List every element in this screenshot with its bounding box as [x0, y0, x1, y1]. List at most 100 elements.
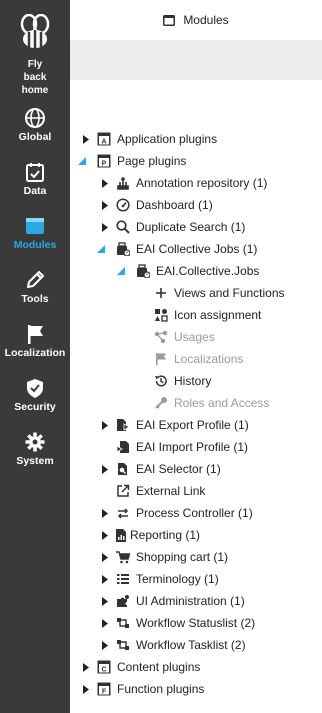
tree-item-dashboard[interactable]: Dashboard (1): [100, 194, 213, 216]
bee-logo-icon: [20, 14, 50, 48]
plugin-f-icon: F: [97, 682, 111, 696]
tree-item-label: Localizations: [174, 352, 244, 366]
plus-icon: [154, 286, 168, 300]
report-icon: [116, 528, 126, 542]
tree-item-label: Shopping cart (1): [136, 550, 229, 564]
file-export-icon: [116, 418, 130, 432]
caret-right-icon[interactable]: [100, 552, 110, 562]
workflow-icon: [116, 638, 130, 652]
caret-right-icon[interactable]: [100, 178, 110, 188]
tree-item-duplicate-search[interactable]: Duplicate Search (1): [100, 216, 245, 238]
caret-expanded-icon[interactable]: [77, 156, 87, 166]
tree-item-process-controller[interactable]: Process Controller (1): [100, 502, 253, 524]
tree-item-label: EAI Selector (1): [136, 462, 221, 476]
caret-expanded-icon[interactable]: [116, 266, 126, 276]
tree-item-usages[interactable]: Usages: [154, 326, 215, 348]
history-icon: [154, 374, 168, 388]
file-import-icon: [116, 440, 130, 454]
tree-item-content-plugins[interactable]: C Content plugins: [81, 656, 200, 678]
window-icon: [26, 218, 44, 234]
plugin-a-icon: A: [97, 132, 111, 146]
tree-item-views-and-functions[interactable]: Views and Functions: [154, 282, 285, 304]
gear-icon: [25, 432, 45, 452]
nav-system-label: System: [16, 455, 54, 467]
svg-text:A: A: [101, 139, 106, 146]
nav-data-label: Data: [23, 185, 47, 197]
plugin-p-icon: P: [97, 154, 111, 168]
tree-item-label: EAI Export Profile (1): [136, 418, 249, 432]
caret-right-icon[interactable]: [100, 530, 110, 540]
caret-right-icon[interactable]: [100, 640, 110, 650]
flag-icon: [154, 352, 168, 366]
tree-item-function-plugins[interactable]: F Function plugins: [81, 678, 204, 700]
tree-item-page-plugins[interactable]: P Page plugins: [77, 150, 186, 172]
window-icon: [163, 14, 176, 26]
tree-item-label: Duplicate Search (1): [136, 220, 246, 234]
caret-right-icon[interactable]: [100, 574, 110, 584]
tree-item-shopping-cart[interactable]: Shopping cart (1): [100, 546, 228, 568]
tree-item-reporting[interactable]: Reporting (1): [100, 524, 200, 546]
list-icon: [116, 572, 130, 586]
tree-item-application-plugins[interactable]: A Application plugins: [81, 128, 217, 150]
nav-tools[interactable]: Tools: [0, 269, 70, 306]
tree-item-eai-selector[interactable]: EAI Selector (1): [100, 458, 221, 480]
tree-item-ui-administration[interactable]: UI Administration (1): [100, 590, 245, 612]
nav-localization[interactable]: Localization: [0, 323, 70, 360]
caret-right-icon[interactable]: [100, 222, 110, 232]
collective-jobs-icon: [136, 264, 150, 278]
tree-item-label: Roles and Access: [174, 396, 270, 410]
sidebar: Fly back home Global Data Modules Tools: [0, 0, 70, 713]
plugin-c-icon: C: [97, 660, 111, 674]
tree-item-eai-export-profile[interactable]: EAI Export Profile (1): [100, 414, 249, 436]
external-link-icon: [116, 484, 130, 498]
caret-right-icon[interactable]: [81, 684, 91, 694]
nav-modules[interactable]: Modules: [0, 215, 70, 252]
tree-item-history[interactable]: History: [154, 370, 211, 392]
tree-item-localizations[interactable]: Localizations: [154, 348, 243, 370]
shield-check-icon: [27, 379, 43, 398]
caret-right-icon[interactable]: [100, 618, 110, 628]
workflow-icon: [116, 616, 130, 630]
tree-item-terminology[interactable]: Terminology (1): [100, 568, 219, 590]
tree-item-label: Icon assignment: [174, 308, 262, 322]
tree-item-label: Process Controller (1): [136, 506, 253, 520]
tree-item-roles-and-access[interactable]: Roles and Access: [154, 392, 269, 414]
tree-item-label: Workflow Statuslist (2): [136, 616, 256, 630]
tree-item-external-link[interactable]: External Link: [116, 480, 205, 502]
caret-right-icon[interactable]: [100, 420, 110, 430]
caret-right-icon[interactable]: [100, 464, 110, 474]
tree-item-label: Page plugins: [117, 154, 187, 168]
tree-item-label: External Link: [136, 484, 206, 498]
tree-item-annotation-repository[interactable]: Annotation repository (1): [100, 172, 267, 194]
nav-modules-label: Modules: [13, 239, 57, 251]
tree-item-label: History: [174, 374, 212, 388]
fly-back-home-button[interactable]: Fly back home: [0, 14, 70, 97]
caret-right-icon[interactable]: [81, 134, 91, 144]
tree-item-workflow-tasklist[interactable]: Workflow Tasklist (2): [100, 634, 246, 656]
tree-item-workflow-statuslist[interactable]: Workflow Statuslist (2): [100, 612, 255, 634]
nav-security[interactable]: Security: [0, 377, 70, 414]
tree-item-label: EAI.Collective.Jobs: [156, 264, 260, 278]
process-arrows-icon: [116, 506, 130, 520]
tree-item-eai-collective-jobs-node[interactable]: EAI.Collective.Jobs: [116, 260, 259, 282]
tree-item-label: Reporting (1): [130, 528, 201, 542]
gauge-icon: [116, 198, 130, 212]
nav-tools-label: Tools: [21, 293, 49, 305]
caret-right-icon[interactable]: [100, 508, 110, 518]
caret-right-icon[interactable]: [81, 662, 91, 672]
tree-item-eai-collective-jobs[interactable]: EAI Collective Jobs (1): [96, 238, 257, 260]
flag-icon: [28, 325, 43, 344]
tree-item-label: Application plugins: [117, 132, 218, 146]
tree-item-eai-import-profile[interactable]: EAI Import Profile (1): [100, 436, 248, 458]
nav-system[interactable]: System: [0, 431, 70, 468]
caret-expanded-icon[interactable]: [96, 244, 106, 254]
caret-right-icon[interactable]: [100, 596, 110, 606]
nav-global[interactable]: Global: [0, 107, 70, 144]
svg-text:F: F: [102, 689, 107, 696]
tree-item-icon-assignment[interactable]: Icon assignment: [154, 304, 261, 326]
caret-right-icon[interactable]: [100, 200, 110, 210]
tree-item-label: EAI Collective Jobs (1): [136, 242, 258, 256]
tree-item-label: Terminology (1): [136, 572, 219, 586]
puzzle-gear-icon: [116, 594, 130, 608]
nav-data[interactable]: Data: [0, 161, 70, 198]
